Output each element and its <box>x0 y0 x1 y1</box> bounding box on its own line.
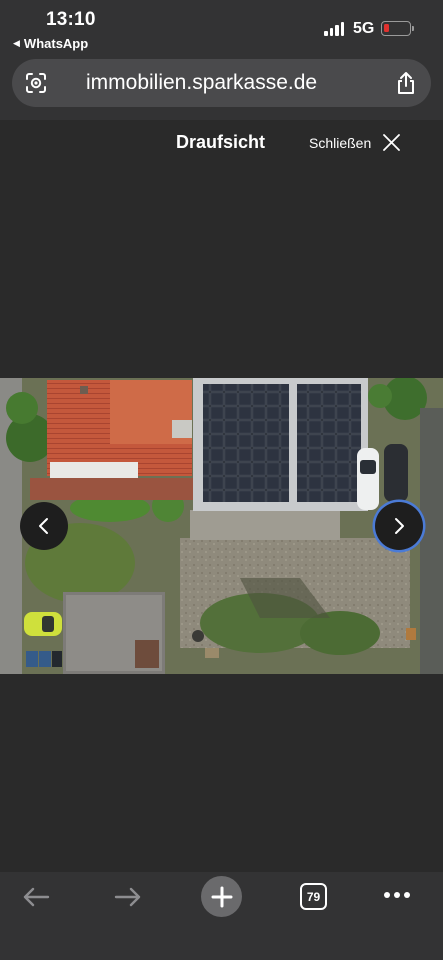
back-app-label: WhatsApp <box>23 36 89 51</box>
close-icon[interactable] <box>383 134 400 151</box>
network-type: 5G <box>353 20 375 37</box>
chevron-left-icon <box>39 518 48 534</box>
chevron-right-icon <box>395 518 404 534</box>
clock: 13:10 <box>46 9 96 30</box>
plus-icon <box>211 886 232 907</box>
signal-icon <box>324 22 344 36</box>
url-text: immobilien.sparkasse.de <box>86 71 318 94</box>
previous-image-button[interactable] <box>20 502 68 550</box>
reader-icon[interactable] <box>25 72 47 94</box>
more-icon[interactable] <box>384 892 410 898</box>
tabs-button[interactable]: 79 <box>300 883 327 910</box>
new-tab-button[interactable] <box>201 876 242 917</box>
next-image-button[interactable] <box>375 502 423 550</box>
address-bar[interactable]: immobilien.sparkasse.de <box>12 59 431 107</box>
back-triangle-icon: ◀ <box>13 38 20 48</box>
status-bar: 13:10 ◀ WhatsApp 5G <box>0 0 443 56</box>
battery-icon <box>381 21 414 36</box>
back-arrow-icon[interactable] <box>22 886 50 908</box>
forward-arrow-icon[interactable] <box>114 886 142 908</box>
address-bar-area: immobilien.sparkasse.de <box>0 56 443 120</box>
back-to-app-link[interactable]: ◀ WhatsApp <box>13 36 88 51</box>
close-button[interactable]: Schließen <box>309 135 371 151</box>
browser-toolbar: 79 <box>0 872 443 960</box>
viewer-title: Draufsicht <box>176 132 266 152</box>
share-icon[interactable] <box>395 71 417 95</box>
tab-count: 79 <box>306 889 321 904</box>
